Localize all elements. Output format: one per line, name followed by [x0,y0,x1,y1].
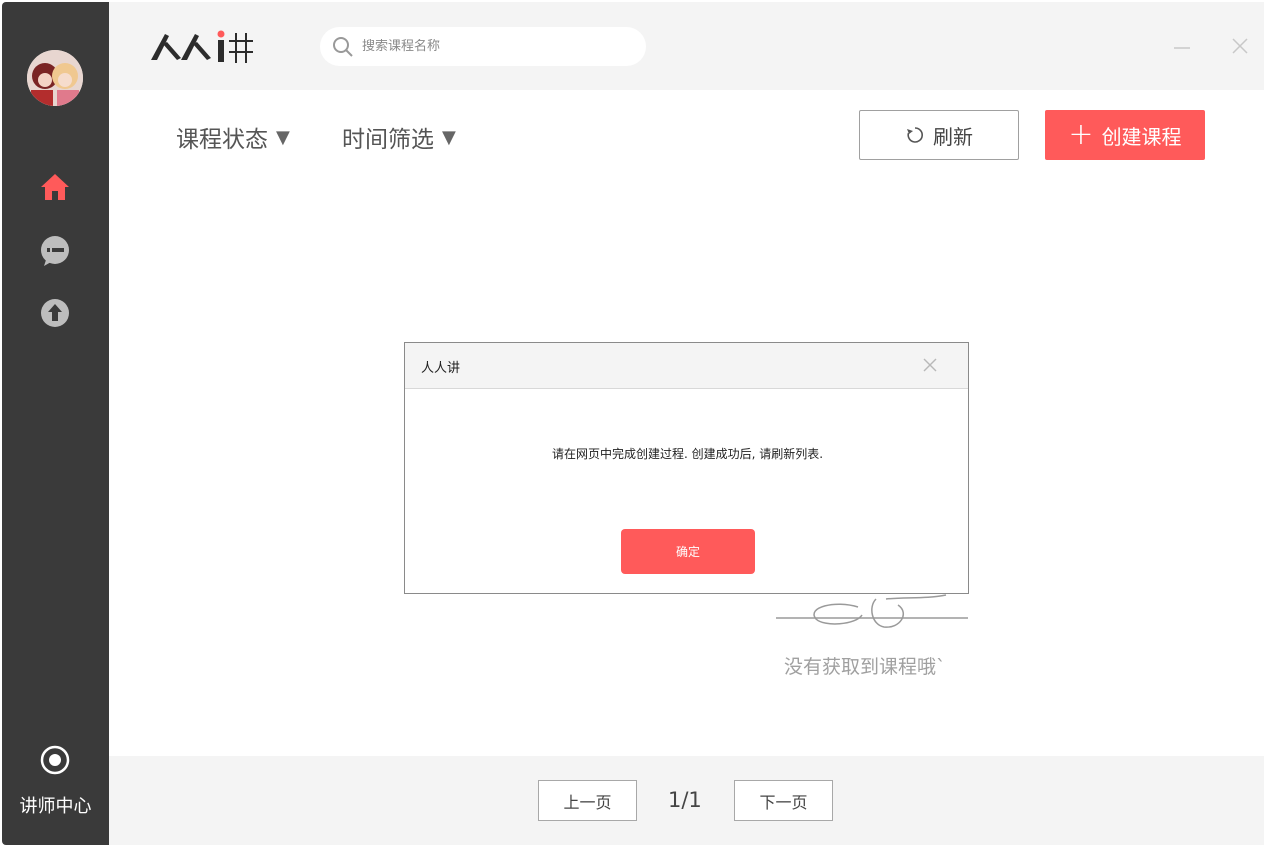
search-input[interactable] [362,39,622,54]
create-course-button[interactable]: + 创建课程 [1045,110,1205,160]
course-status-label: 课程状态 [176,127,268,153]
course-status-filter[interactable]: 课程状态 ▼ [176,120,290,154]
avatar[interactable] [27,50,83,106]
plus-icon: + [1068,117,1094,152]
caret-down-icon: ▼ [442,126,456,148]
info-dialog: 人人讲 请在网页中完成创建过程. 创建成功后, 请刷新列表. 确定 [404,342,969,594]
time-filter-label: 时间筛选 [342,127,434,153]
close-icon[interactable] [1230,36,1250,56]
sidebar: 讲师中心 [2,2,109,845]
search-box[interactable] [320,27,646,66]
app-window: 讲师中心 搜索课程名称 课程状态 ▼ 时间筛选 ▼ 刷新 + 创建课程 没有获取… [0,0,1266,847]
create-course-label: 创建课程 [1101,124,1182,149]
refresh-label: 刷新 [933,124,973,149]
prev-page-button[interactable]: 上一页 [538,780,637,821]
logo [147,24,257,68]
empty-state-text: 没有获取到课程哦` [784,656,946,678]
teacher-center-label[interactable]: 讲师中心 [2,792,109,818]
target-icon[interactable] [38,743,72,777]
next-page-button[interactable]: 下一页 [734,780,833,821]
header [109,2,1264,90]
caret-down-icon: ▼ [276,126,290,148]
time-filter[interactable]: 时间筛选 ▼ [342,120,456,154]
upload-icon[interactable] [38,296,72,330]
search-icon [333,36,353,57]
minimize-icon[interactable] [1172,36,1192,56]
home-icon[interactable] [38,170,72,204]
chat-icon[interactable] [38,234,72,268]
dialog-close-icon[interactable] [920,355,940,375]
dialog-header: 人人讲 [405,343,968,389]
confirm-button[interactable]: 确定 [621,529,755,574]
refresh-icon [907,127,923,143]
page-indicator: 1/1 [668,788,702,812]
dialog-message: 请在网页中完成创建过程. 创建成功后, 请刷新列表. [551,447,824,461]
dialog-title: 人人讲 [421,361,461,376]
refresh-button[interactable]: 刷新 [859,110,1019,160]
